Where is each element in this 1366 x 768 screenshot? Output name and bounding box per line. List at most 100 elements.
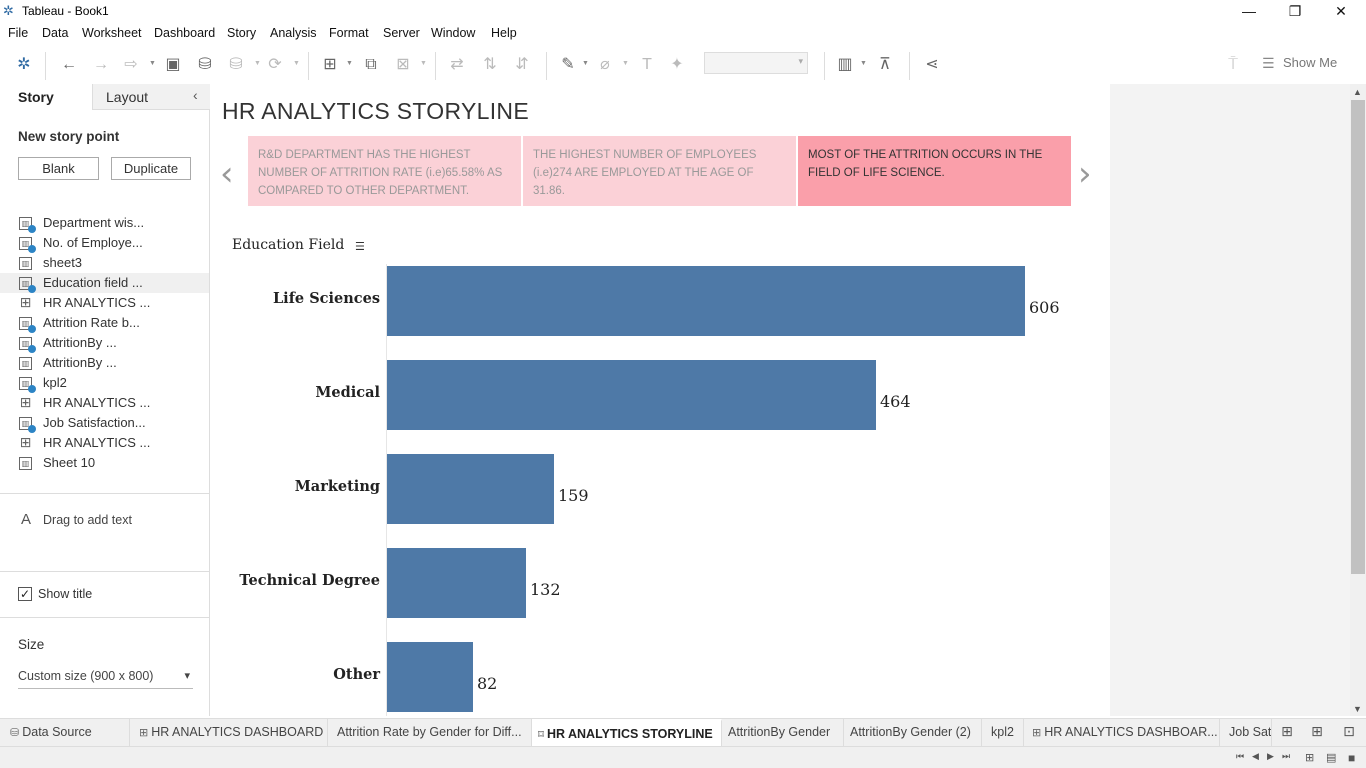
chevron-down-icon[interactable]: ▼ (254, 60, 261, 67)
sheet-list-item[interactable]: ▥ AttritionBy ... (0, 333, 209, 353)
menu-file[interactable]: File (8, 26, 28, 40)
bar[interactable] (387, 360, 876, 430)
chevron-down-icon[interactable]: ▼ (622, 60, 629, 67)
duplicate-button[interactable]: Duplicate (111, 157, 191, 180)
drag-to-add-text[interactable]: Drag to add text (43, 513, 132, 527)
highlight-icon[interactable]: ✎ (557, 54, 579, 76)
chevron-down-icon[interactable]: ▼ (293, 60, 300, 67)
minimize-button[interactable]: — (1226, 0, 1272, 22)
tab-hr-analytics-dashboard[interactable]: ⊞ HR ANALYTICS DASHBOARD (130, 719, 328, 747)
collapse-panel-icon[interactable]: ‹ (193, 87, 198, 103)
close-button[interactable]: ✕ (1318, 0, 1364, 22)
duplicate-sheet-icon[interactable]: ⧉ (360, 54, 382, 76)
bar[interactable] (387, 454, 554, 524)
clear-sheet-icon[interactable]: ⊠ (392, 54, 414, 76)
menu-analysis[interactable]: Analysis (270, 26, 317, 40)
row-header-education-field[interactable]: Education Field (232, 237, 344, 253)
new-worksheet-tab-icon[interactable]: ⊞ (1276, 723, 1298, 743)
text-object-icon[interactable]: A (21, 511, 31, 528)
sort-ascending-icon[interactable]: ⇅ (479, 54, 501, 76)
sheet-list-item[interactable]: ▥ AttritionBy ... (0, 353, 209, 373)
scroll-down-icon[interactable]: ▼ (1353, 704, 1362, 714)
menu-server[interactable]: Server (383, 26, 420, 40)
pause-updates-icon[interactable]: ⛁ (225, 54, 247, 76)
menu-story[interactable]: Story (227, 26, 256, 40)
sheet-list-item[interactable]: ▥ Department wis... (0, 213, 209, 233)
tab-data-source[interactable]: ⛁ Data Source (0, 719, 130, 747)
bar[interactable] (387, 266, 1025, 336)
sheet-list-item[interactable]: ▥ Sheet 10 (0, 453, 209, 473)
undo-icon[interactable]: ← (58, 54, 80, 76)
new-story-tab-icon[interactable]: ⊡ (1338, 723, 1360, 743)
tab-attrition-rate-by-gender[interactable]: Attrition Rate by Gender for Diff... (328, 719, 532, 747)
sheet-list-item[interactable]: ▥ sheet3 (0, 253, 209, 273)
next-sheet-icon[interactable]: ▶ (1267, 751, 1274, 762)
size-dropdown[interactable]: Custom size (900 x 800) (18, 669, 193, 689)
fit-icon[interactable]: ▥ (834, 54, 856, 76)
category-label[interactable]: Other (333, 666, 380, 683)
replay-icon[interactable]: ⇨ (120, 54, 142, 76)
redo-icon[interactable]: → (90, 54, 112, 76)
sheet-list-item[interactable]: ▥ No. of Employe... (0, 233, 209, 253)
new-data-source-icon[interactable]: ⛁ (194, 54, 216, 76)
category-label[interactable]: Life Sciences (273, 290, 380, 307)
sheet-list-item[interactable]: ⊞ HR ANALYTICS ... (0, 393, 209, 413)
tabs-view-icon[interactable]: ■ (1348, 751, 1355, 765)
sheet-list-item[interactable]: ▥ Education field ... (0, 273, 209, 293)
scroll-thumb[interactable] (1351, 100, 1365, 574)
vertical-scrollbar[interactable]: ▲ ▼ (1350, 84, 1366, 716)
fix-axes-icon[interactable]: ✦ (666, 54, 688, 76)
sort-icon[interactable]: ☰ (355, 240, 365, 253)
filmstrip-icon[interactable]: ▤ (1326, 751, 1336, 764)
next-story-point-arrow[interactable]: › (1078, 154, 1092, 194)
save-icon[interactable]: ▣ (162, 54, 184, 76)
new-dashboard-tab-icon[interactable]: ⊞ (1306, 723, 1328, 743)
chevron-down-icon[interactable]: ▼ (582, 60, 589, 67)
previous-story-point-arrow[interactable]: ‹ (220, 154, 234, 194)
group-icon[interactable]: ⌀ (594, 54, 616, 76)
show-me-icon[interactable]: ☰ (1262, 55, 1275, 72)
tab-hr-analytics-dashboard-2[interactable]: ⊞ HR ANALYTICS DASHBOAR... (1024, 719, 1220, 747)
menu-worksheet[interactable]: Worksheet (82, 26, 142, 40)
scroll-up-icon[interactable]: ▲ (1353, 87, 1362, 97)
show-me-button[interactable]: Show Me (1283, 55, 1337, 70)
previous-sheet-icon[interactable]: ◀ (1252, 751, 1259, 762)
labels-icon[interactable]: T (636, 54, 658, 76)
menu-format[interactable]: Format (329, 26, 369, 40)
new-worksheet-icon[interactable]: ⊞ (319, 54, 341, 76)
story-point-3[interactable]: MOST OF THE ATTRITION OCCURS IN THE FIEL… (798, 136, 1071, 206)
format-painter-icon[interactable]: ⍑ (1222, 54, 1244, 76)
tableau-start-icon[interactable]: ✲ (13, 54, 35, 76)
swap-icon[interactable]: ⇄ (446, 54, 468, 76)
category-label[interactable]: Marketing (295, 478, 380, 495)
tab-job-satisfaction[interactable]: Job Sat (1220, 719, 1272, 747)
sort-descending-icon[interactable]: ⇵ (511, 54, 533, 76)
category-label[interactable]: Medical (315, 384, 380, 401)
menu-help[interactable]: Help (491, 26, 517, 40)
chevron-down-icon[interactable]: ▼ (420, 60, 427, 67)
share-icon[interactable]: ⋖ (921, 54, 943, 76)
show-title-checkbox[interactable]: ✓ (18, 587, 32, 601)
tab-story[interactable]: Story (0, 84, 92, 110)
tab-kpl2[interactable]: kpl2 (982, 719, 1024, 747)
first-sheet-icon[interactable]: ⏮ (1236, 751, 1244, 762)
chevron-down-icon[interactable]: ▼ (860, 60, 867, 67)
chevron-down-icon[interactable]: ▼ (149, 60, 156, 67)
restore-button[interactable]: ❐ (1272, 0, 1318, 22)
presentation-mode-icon[interactable]: ⊼ (874, 54, 896, 76)
tab-hr-analytics-storyline[interactable]: ⌑ HR ANALYTICS STORYLINE (532, 719, 722, 747)
last-sheet-icon[interactable]: ⏭ (1282, 751, 1290, 762)
refresh-icon[interactable]: ⟳ (264, 54, 286, 76)
menu-window[interactable]: Window (431, 26, 475, 40)
fit-dropdown[interactable] (704, 52, 808, 74)
sheet-list-item[interactable]: ⊞ HR ANALYTICS ... (0, 293, 209, 313)
story-point-1[interactable]: R&D DEPARTMENT HAS THE HIGHEST NUMBER OF… (248, 136, 521, 206)
bar[interactable] (387, 642, 473, 712)
tab-attritionby-gender[interactable]: AttritionBy Gender (722, 719, 844, 747)
chevron-down-icon[interactable]: ▼ (346, 60, 353, 67)
story-point-2[interactable]: THE HIGHEST NUMBER OF EMPLOYEES (i.e)274… (523, 136, 796, 206)
sheet-list-item[interactable]: ⊞ HR ANALYTICS ... (0, 433, 209, 453)
bar[interactable] (387, 548, 526, 618)
menu-data[interactable]: Data (42, 26, 68, 40)
menu-dashboard[interactable]: Dashboard (154, 26, 215, 40)
